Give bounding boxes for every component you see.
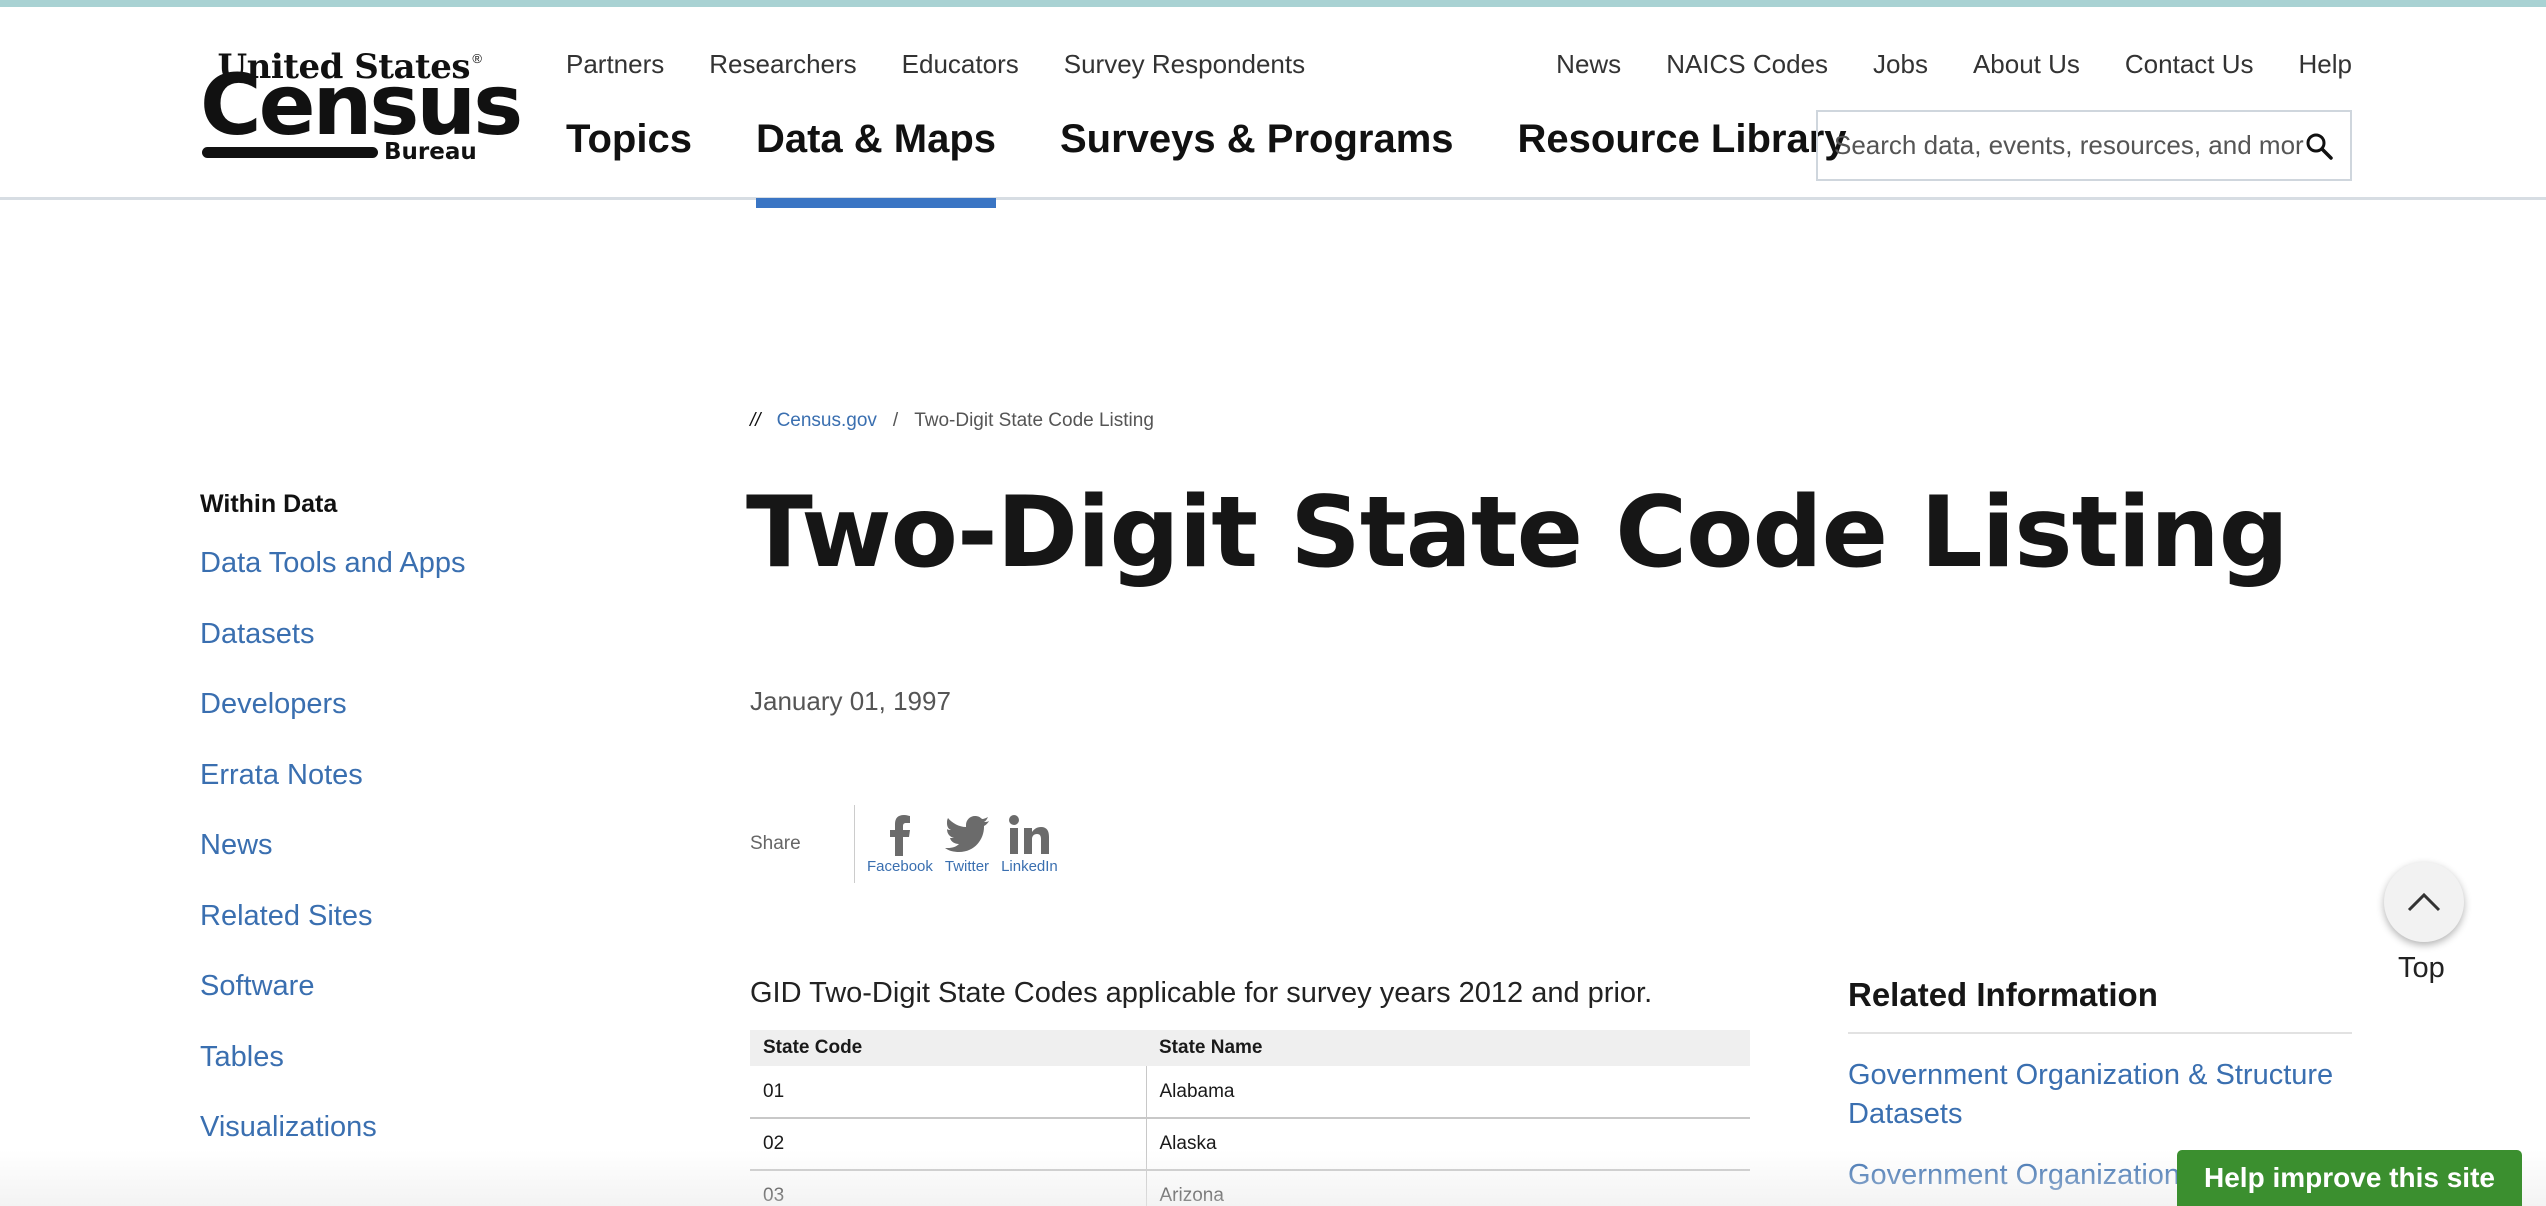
utility-link-researchers[interactable]: Researchers bbox=[709, 49, 856, 80]
help-improve-site-button[interactable]: Help improve this site bbox=[2177, 1150, 2522, 1206]
twitter-icon bbox=[944, 815, 989, 852]
utility-link-educators[interactable]: Educators bbox=[902, 49, 1019, 80]
sidebar-item-visualizations[interactable]: Visualizations bbox=[200, 1111, 466, 1182]
table-cell-name: Alabama bbox=[1146, 1066, 1750, 1119]
share-linkedin[interactable]: LinkedIn bbox=[1001, 814, 1058, 875]
back-to-top-label: Top bbox=[2398, 952, 2445, 984]
share-twitter-label: Twitter bbox=[944, 857, 990, 875]
census-logo[interactable]: United States ® Census Bureau bbox=[200, 45, 523, 165]
utility-link-help[interactable]: Help bbox=[2299, 49, 2352, 80]
table-header-row: State Code State Name bbox=[750, 1030, 1750, 1066]
sidebar-item-tables[interactable]: Tables bbox=[200, 1041, 466, 1112]
breadcrumb-current: Two-Digit State Code Listing bbox=[914, 410, 1154, 431]
utility-link-naics-codes[interactable]: NAICS Codes bbox=[1666, 49, 1828, 80]
sidebar-item-developers[interactable]: Developers bbox=[200, 688, 466, 759]
utility-link-survey-respondents[interactable]: Survey Respondents bbox=[1064, 49, 1305, 80]
share-facebook-label: Facebook bbox=[867, 857, 933, 875]
table-row: 02 Alaska bbox=[750, 1118, 1750, 1171]
main-nav-surveys-programs[interactable]: Surveys & Programs bbox=[1060, 117, 1454, 198]
utility-link-partners[interactable]: Partners bbox=[566, 49, 664, 80]
breadcrumb-separator: / bbox=[892, 410, 899, 431]
table-cell-code: 02 bbox=[750, 1118, 1147, 1171]
utility-nav-left: Partners Researchers Educators Survey Re… bbox=[566, 49, 1305, 80]
table-header-state-name: State Name bbox=[1146, 1030, 1750, 1066]
utility-link-contact-us[interactable]: Contact Us bbox=[2125, 49, 2254, 80]
sidebar-heading: Within Data bbox=[200, 490, 338, 518]
share-linkedin-label: LinkedIn bbox=[1001, 857, 1058, 875]
related-title: Related Information bbox=[1848, 976, 2352, 1034]
publish-date: January 01, 1997 bbox=[750, 686, 951, 716]
table-header-state-code: State Code bbox=[750, 1030, 1146, 1066]
share-facebook[interactable]: Facebook bbox=[867, 814, 933, 875]
search-input[interactable] bbox=[1834, 130, 2304, 161]
page-title: Two-Digit State Code Listing bbox=[746, 476, 2289, 590]
chevron-up-icon bbox=[2407, 892, 2441, 912]
linkedin-icon bbox=[1009, 814, 1050, 854]
top-accent-bar bbox=[0, 0, 2546, 7]
facebook-icon bbox=[889, 814, 910, 856]
utility-link-jobs[interactable]: Jobs bbox=[1873, 49, 1928, 80]
sidebar-item-software[interactable]: Software bbox=[200, 970, 466, 1041]
breadcrumb-home-link[interactable]: Census.gov bbox=[777, 410, 877, 432]
main-nav-resource-library[interactable]: Resource Library bbox=[1518, 117, 1847, 198]
intro-text: GID Two-Digit State Codes applicable for… bbox=[750, 977, 1653, 1009]
table-cell-code: 01 bbox=[750, 1066, 1147, 1119]
sidebar-list: Data Tools and Apps Datasets Developers … bbox=[200, 547, 466, 1182]
sidebar-item-datasets[interactable]: Datasets bbox=[200, 618, 466, 689]
logo-bureau: Bureau bbox=[384, 139, 477, 165]
table-row: 01 Alabama bbox=[750, 1066, 1750, 1119]
main-nav-data-maps[interactable]: Data & Maps bbox=[755, 117, 997, 208]
main-nav: Topics Data & Maps Surveys & Programs Re… bbox=[566, 117, 1847, 208]
share-divider bbox=[854, 805, 855, 883]
related-link-gov-org-structure-datasets[interactable]: Government Organization & Structure Data… bbox=[1848, 1056, 2352, 1134]
utility-link-about-us[interactable]: About Us bbox=[1973, 49, 2080, 80]
logo-underline bbox=[202, 147, 378, 158]
table-row: 03 Arizona bbox=[750, 1170, 1750, 1206]
sidebar-item-errata-notes[interactable]: Errata Notes bbox=[200, 759, 466, 830]
sidebar-item-news[interactable]: News bbox=[200, 829, 466, 900]
sidebar-item-data-tools-and-apps[interactable]: Data Tools and Apps bbox=[200, 547, 466, 618]
breadcrumb: // Census.gov / Two-Digit State Code Lis… bbox=[750, 410, 1154, 432]
share-twitter[interactable]: Twitter bbox=[945, 814, 989, 875]
sidebar: Within Data Data Tools and Apps Datasets… bbox=[200, 490, 466, 1182]
sidebar-item-related-sites[interactable]: Related Sites bbox=[200, 900, 466, 971]
share-bar: Share Facebook Twitter LinkedIn bbox=[750, 805, 1070, 883]
table-cell-name: Arizona bbox=[1146, 1170, 1750, 1206]
state-code-table: State Code State Name 01 Alabama 02 Alas… bbox=[750, 1030, 1750, 1206]
table-cell-name: Alaska bbox=[1146, 1118, 1750, 1171]
breadcrumb-lead: // bbox=[750, 410, 761, 431]
site-header: United States ® Census Bureau Partners R… bbox=[0, 7, 2546, 208]
utility-link-news[interactable]: News bbox=[1556, 49, 1621, 80]
main-nav-topics[interactable]: Topics bbox=[566, 117, 692, 198]
share-label: Share bbox=[750, 833, 801, 854]
back-to-top-button[interactable] bbox=[2384, 862, 2464, 942]
table-cell-code: 03 bbox=[750, 1170, 1147, 1206]
search-icon[interactable] bbox=[2304, 131, 2334, 161]
utility-nav-right: News NAICS Codes Jobs About Us Contact U… bbox=[1556, 49, 2352, 80]
search-box bbox=[1816, 110, 2352, 181]
logo-census: Census bbox=[200, 56, 523, 154]
